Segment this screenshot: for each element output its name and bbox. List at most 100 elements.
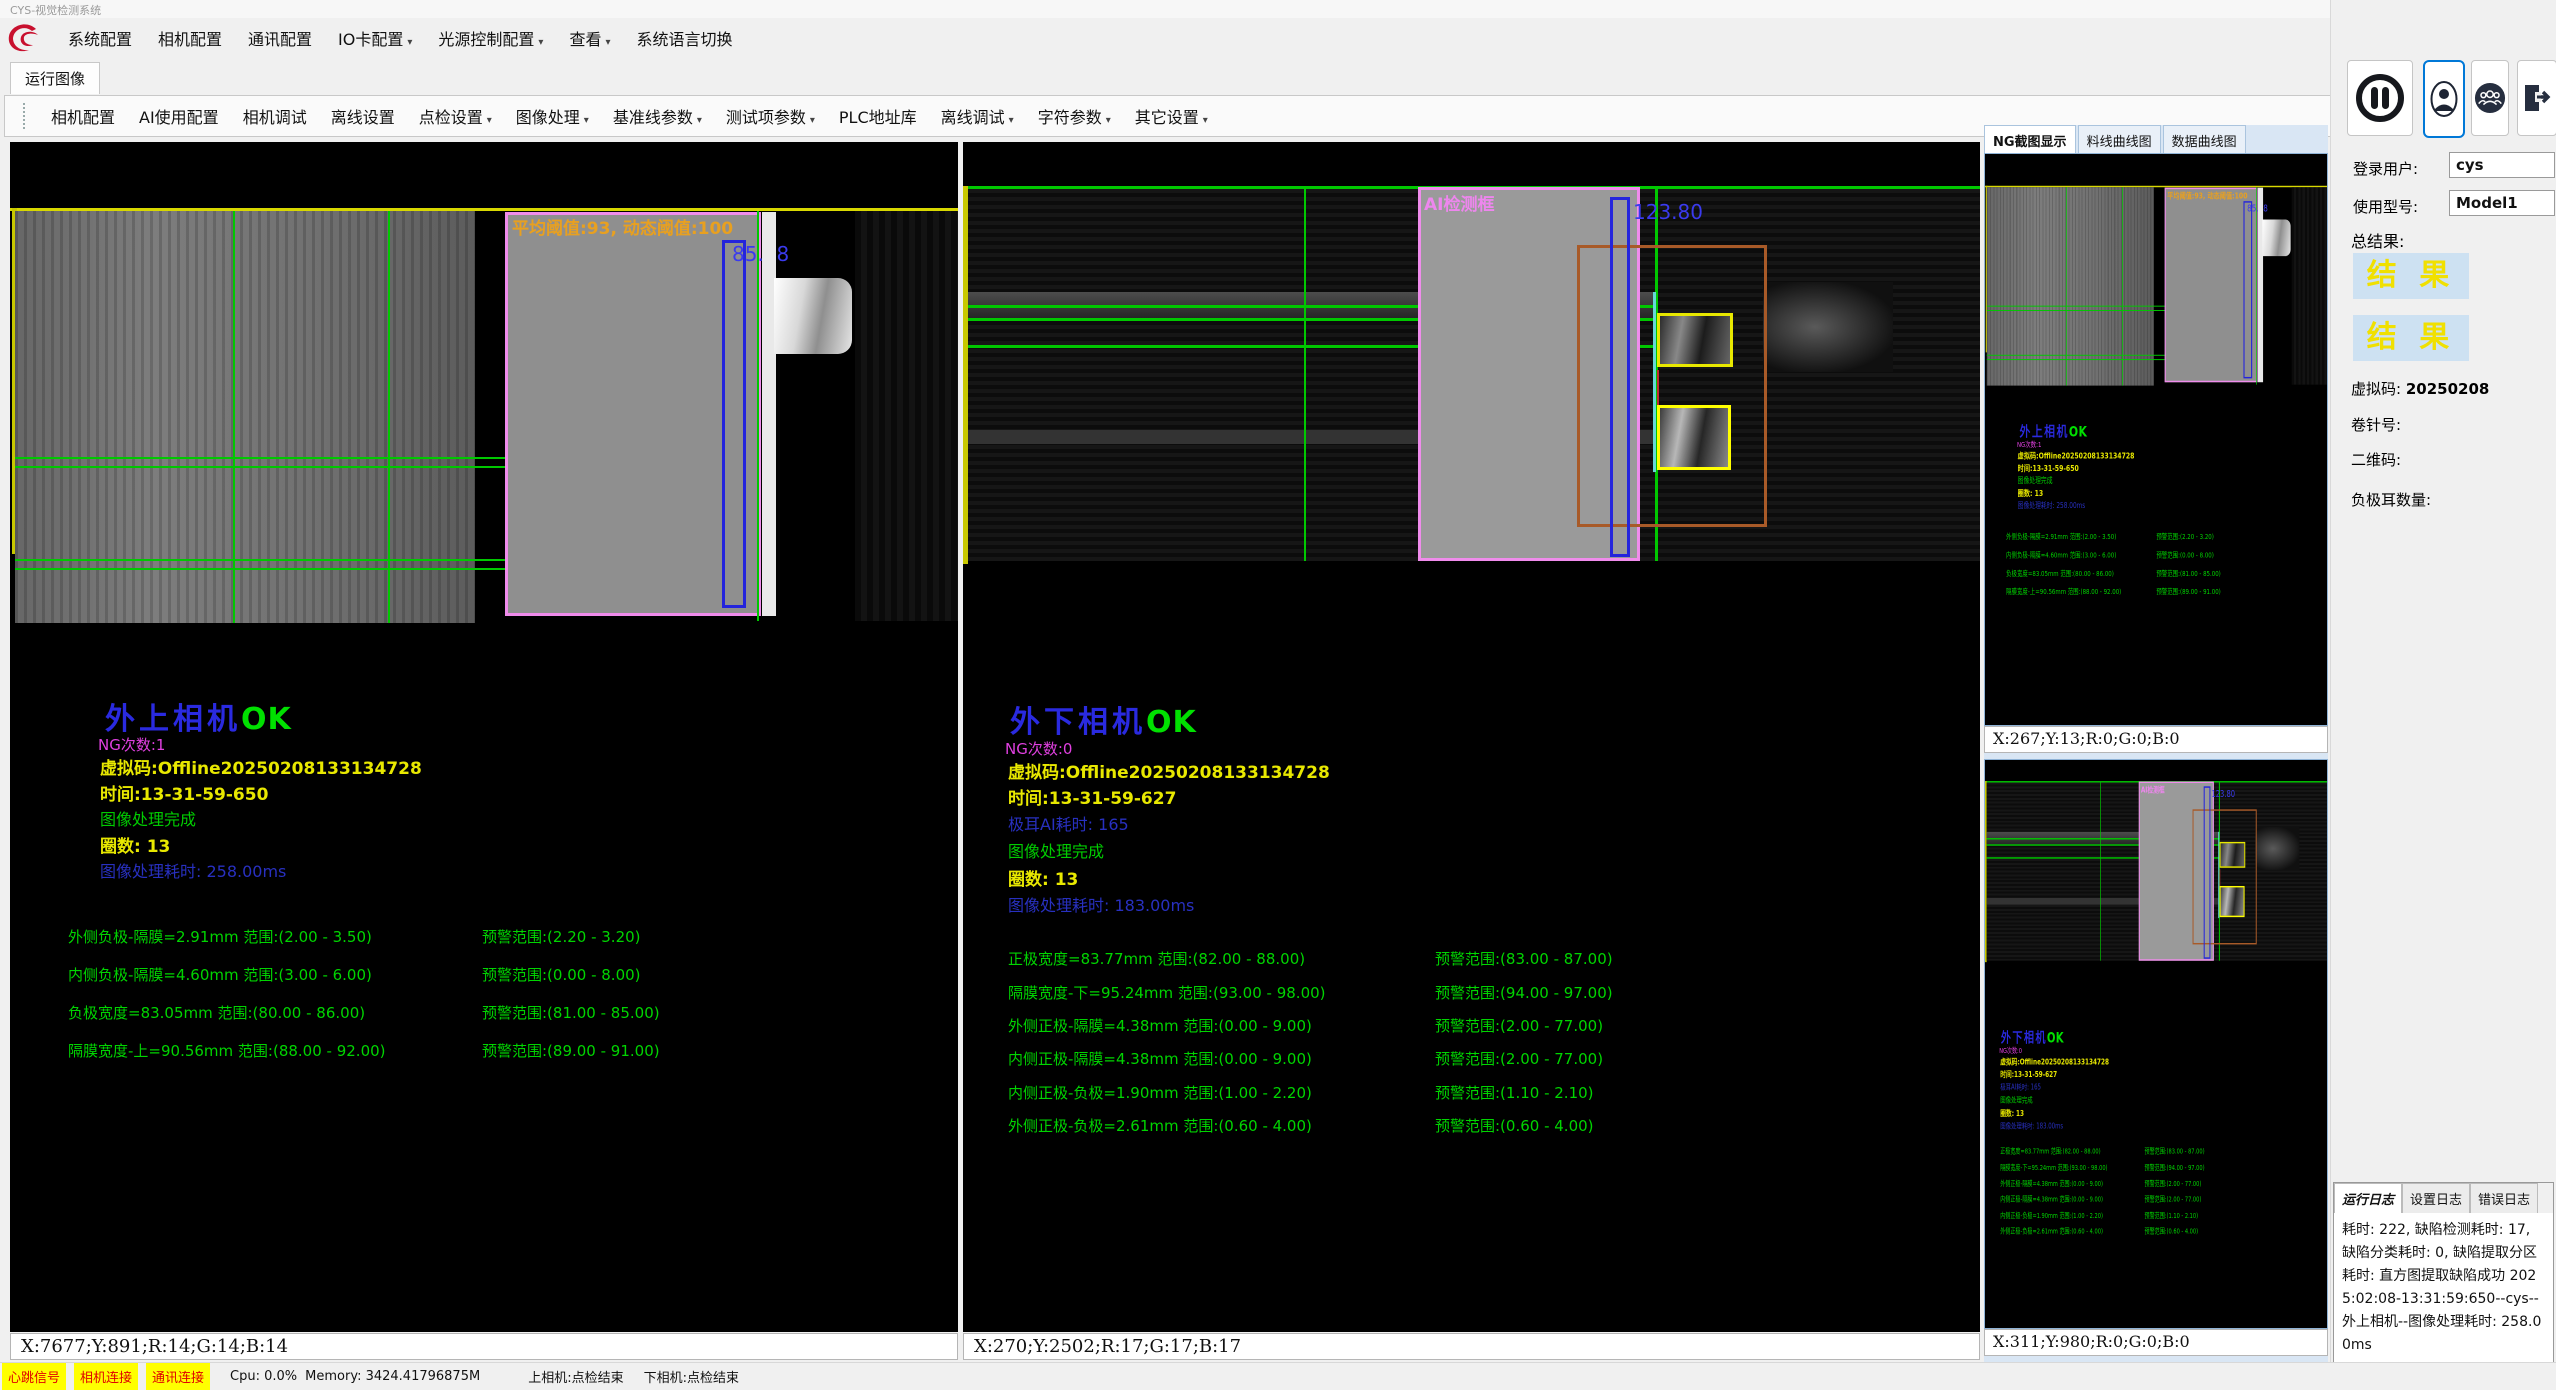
tab-detect-yellow-box (2220, 842, 2246, 868)
tab-run-image[interactable]: 运行图像 (10, 62, 100, 94)
width-value-label: 123.80 (1633, 200, 1703, 224)
status-bar: 心跳信号 相机连接 通讯连接 Cpu: 0.0% Memory: 3424.41… (0, 1362, 2556, 1390)
lower-camera-image-panel[interactable]: AI检测框 123.80 外下相机OK NG次数:0 虚拟码:Offline20… (963, 142, 1980, 1332)
tab-line-curve[interactable]: 料线曲线图 (2078, 125, 2161, 153)
tab-ng-snapshot[interactable]: NG截图显示 (1984, 125, 2076, 153)
tool-test-item-params[interactable]: 测试项参数▾ (726, 104, 815, 128)
loop-count-label: 圈数: 13 (2000, 1106, 2024, 1118)
green-guide-hline (15, 466, 510, 468)
ng-count-label: NG次数:0 (1999, 1045, 2022, 1055)
qr-code-label: 二维码: (2351, 449, 2401, 470)
log-panel: 运行日志 设置日志 错误日志 耗时: 222, 缺陷检测耗时: 17, 缺陷分类… (2333, 1182, 2554, 1378)
measurement-text: 外侧正极-隔膜=4.38mm 范围:(0.00 - 9.00) (2000, 1178, 2103, 1188)
green-guide-vline (2066, 187, 2067, 385)
red-guide-line (1657, 370, 1659, 410)
dropdown-arrow-icon: ▾ (538, 37, 543, 48)
menu-view[interactable]: 查看▾ (569, 26, 610, 50)
green-guide-vline (2100, 783, 2101, 961)
menu-language-switch[interactable]: 系统语言切换 (637, 26, 733, 50)
tool-plc-address-lib[interactable]: PLC地址库 (839, 104, 917, 128)
dropdown-arrow-icon: ▾ (1106, 115, 1111, 126)
user-button[interactable] (2423, 60, 2465, 138)
result-box-2: 结 果 (2353, 315, 2469, 361)
menu-light-control-config[interactable]: 光源控制配置▾ (438, 26, 543, 50)
elapsed-label: 图像处理耗时: 183.00ms (2000, 1119, 2063, 1130)
upper-camera-coord-bar: X:7677;Y:891;R:14;G:14;B:14 (10, 1333, 958, 1360)
loop-count-label: 圈数: 13 (1008, 865, 1078, 890)
tool-baseline-params[interactable]: 基准线参数▾ (613, 104, 702, 128)
warn-range-text: 预警范围:(2.00 - 77.00) (1435, 1048, 1603, 1069)
snapshot-tabs: NG截图显示 料线曲线图 数据曲线图 (1984, 125, 2248, 153)
measurement-text: 负极宽度=83.05mm 范围:(80.00 - 86.00) (2006, 568, 2114, 578)
ng-snapshot-upper[interactable]: 平均阈值:93, 动态阈值:100 85.88 外上相机OK NG次数:1 虚拟… (1984, 153, 2328, 726)
measurement-text: 内侧正极-负极=1.90mm 范围:(1.00 - 2.20) (2000, 1210, 2103, 1220)
tool-offline-debug[interactable]: 离线调试▾ (941, 104, 1014, 128)
threshold-label: 平均阈值:93, 动态阈值:100 (2167, 189, 2247, 201)
view-tab-row: 运行图像 (0, 58, 2556, 92)
users-group-button[interactable] (2471, 60, 2509, 136)
measurement-text: 外侧正极-隔膜=4.38mm 范围:(0.00 - 9.00) (1008, 1015, 1312, 1036)
tab-run-log[interactable]: 运行日志 (2334, 1183, 2402, 1213)
machine-highlight (2255, 827, 2299, 870)
process-done-label: 图像处理完成 (100, 806, 196, 830)
dropdown-arrow-icon: ▾ (584, 115, 589, 126)
tab-setting-log[interactable]: 设置日志 (2402, 1183, 2470, 1213)
measurement-text: 隔膜宽度-上=90.56mm 范围:(88.00 - 92.00) (68, 1040, 386, 1061)
measure-blue-box (1610, 197, 1630, 557)
dropdown-arrow-icon: ▾ (407, 37, 412, 48)
tool-spot-check-setting[interactable]: 点检设置▾ (419, 104, 492, 128)
measurement-text: 内侧正极-隔膜=4.38mm 范围:(0.00 - 9.00) (1008, 1048, 1312, 1069)
menu-io-card-config[interactable]: IO卡配置▾ (338, 26, 412, 50)
menu-camera-config[interactable]: 相机配置 (158, 26, 222, 50)
measurement-text: 内侧负极-隔膜=4.60mm 范围:(3.00 - 6.00) (68, 964, 372, 985)
tab-data-curve[interactable]: 数据曲线图 (2163, 125, 2246, 153)
tool-char-params[interactable]: 字符参数▾ (1038, 104, 1111, 128)
measurement-text: 正极宽度=83.77mm 范围:(82.00 - 88.00) (1008, 948, 1305, 969)
login-user-field[interactable]: cys (2449, 152, 2555, 178)
camera-connect-badge: 相机连接 (74, 1363, 138, 1390)
app-window: CYS-视觉检测系统 – ❐ ✕ 系统配置 相机配置 通讯配置 IO卡配置▾ 光… (0, 0, 2556, 1390)
tool-camera-debug[interactable]: 相机调试 (243, 104, 307, 128)
dropdown-arrow-icon: ▾ (605, 37, 610, 48)
tool-other-settings[interactable]: 其它设置▾ (1135, 104, 1208, 128)
time-label: 时间:13-31-59-650 (2018, 461, 2079, 473)
ai-time-label: 极耳AI耗时: 165 (1008, 811, 1129, 835)
process-done-label: 图像处理完成 (2018, 474, 2053, 486)
tab-error-log[interactable]: 错误日志 (2470, 1183, 2538, 1213)
tool-ai-usage-config[interactable]: AI使用配置 (139, 104, 219, 128)
warn-range-text: 预警范围:(83.00 - 87.00) (1435, 948, 1613, 969)
threshold-label: 平均阈值:93, 动态阈值:100 (512, 214, 733, 239)
measurement-text: 内侧负极-隔膜=4.60mm 范围:(3.00 - 6.00) (2006, 550, 2116, 560)
tool-offline-setting[interactable]: 离线设置 (331, 104, 395, 128)
ng-count-label: NG次数:0 (1005, 738, 1072, 759)
lower-camera-content: AI检测框 123.80 外下相机OK NG次数:0 虚拟码:Offline20… (963, 142, 1980, 1332)
green-guide-vline (757, 211, 759, 621)
tab-detect-yellow-box (2220, 886, 2245, 917)
ng-snapshot-lower[interactable]: AI检测框 123.80 外下相机OK NG次数:0 虚拟码:Offline20… (1984, 759, 2328, 1329)
warn-range-text: 预警范围:(1.10 - 2.10) (2145, 1210, 2199, 1220)
machine-stripes (2292, 187, 2328, 384)
toolbar-grip[interactable] (23, 103, 25, 129)
camera-result-title: 外下相机OK (1010, 697, 1197, 741)
exit-icon (2521, 83, 2553, 113)
warn-range-text: 预警范围:(89.00 - 91.00) (482, 1040, 660, 1061)
exit-button[interactable] (2517, 60, 2556, 136)
log-tabs: 运行日志 设置日志 错误日志 (2334, 1183, 2553, 1213)
loop-count-label: 圈数: 13 (100, 832, 170, 857)
camera-result-title: 外上相机OK (105, 694, 292, 738)
ai-box-label: AI检测框 (2141, 783, 2165, 795)
tool-image-processing[interactable]: 图像处理▾ (516, 104, 589, 128)
pause-icon (2354, 72, 2406, 124)
warn-range-text: 预警范围:(89.00 - 91.00) (2156, 586, 2220, 596)
upper-camera-image-panel[interactable]: 平均阈值:93, 动态阈值:100 85.88 外上相机OK NG次数:1 虚拟… (10, 142, 958, 1332)
green-guide-hline (15, 559, 510, 561)
model-field[interactable]: Model1 (2449, 190, 2555, 216)
green-guide-vline (388, 211, 390, 623)
measurement-text: 外侧正极-负极=2.61mm 范围:(0.60 - 4.00) (1008, 1115, 1312, 1136)
menu-comm-config[interactable]: 通讯配置 (248, 26, 312, 50)
pause-button[interactable] (2347, 60, 2413, 136)
film-region (15, 211, 475, 623)
measure-blue-box (2243, 201, 2252, 378)
tool-camera-config[interactable]: 相机配置 (51, 104, 115, 128)
menu-system-config[interactable]: 系统配置 (68, 26, 132, 50)
